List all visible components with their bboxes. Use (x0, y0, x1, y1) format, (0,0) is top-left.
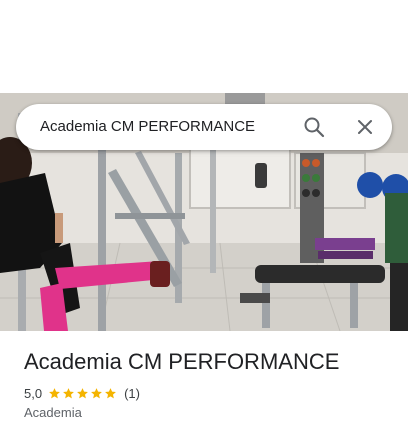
rating-stars (48, 387, 118, 400)
rating-value: 5,0 (24, 385, 43, 401)
search-bar[interactable]: Academia CM PERFORMANCE (16, 104, 392, 150)
rating-row[interactable]: 5,0 (1) (24, 385, 140, 401)
star-icon (63, 387, 74, 398)
place-title: Academia CM PERFORMANCE (24, 349, 340, 374)
review-count[interactable]: (1) (124, 386, 140, 401)
search-input[interactable]: Academia CM PERFORMANCE (40, 118, 255, 135)
search-icon[interactable] (302, 115, 326, 139)
star-icon (105, 387, 116, 398)
place-category: Academia (24, 405, 82, 420)
close-icon[interactable] (353, 115, 377, 139)
star-icon (49, 387, 60, 398)
star-icon (91, 387, 102, 398)
star-icon (77, 387, 88, 398)
